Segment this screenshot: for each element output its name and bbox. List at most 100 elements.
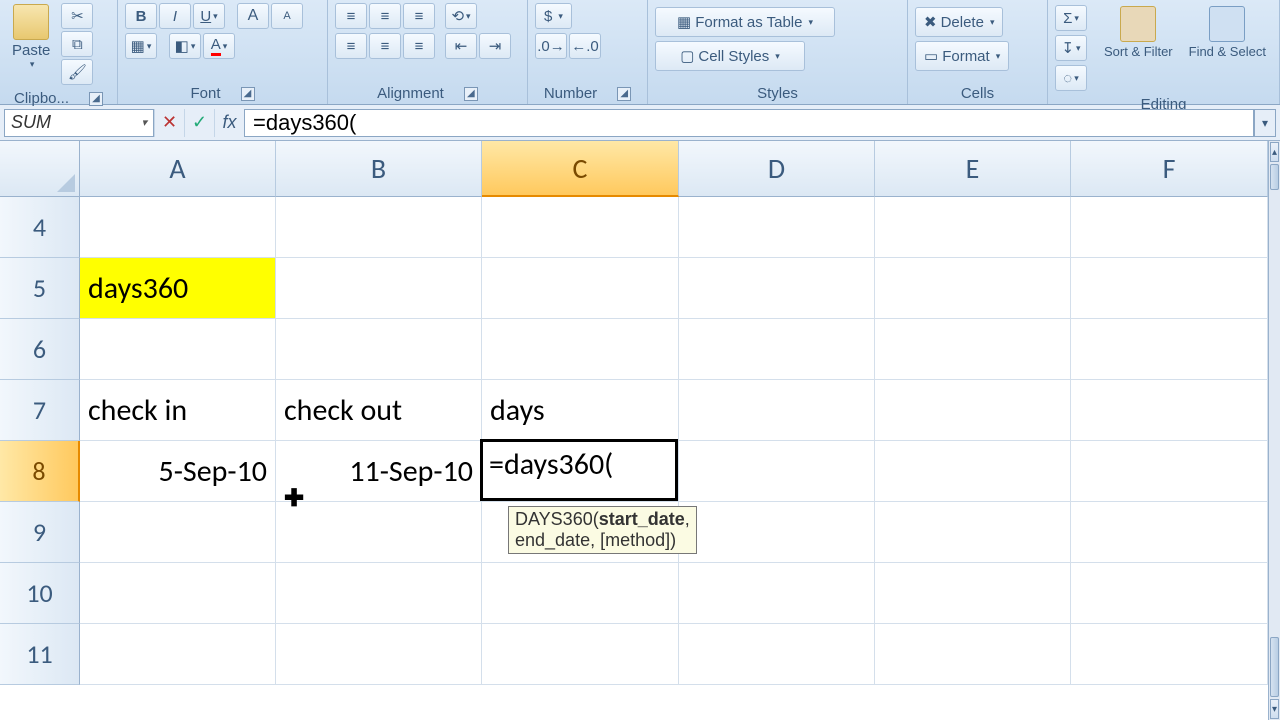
row-header-4[interactable]: 4 xyxy=(0,197,80,258)
cell-F6[interactable] xyxy=(1071,319,1268,380)
cell-E11[interactable] xyxy=(875,624,1071,685)
cell-D11[interactable] xyxy=(679,624,875,685)
column-header-B[interactable]: B xyxy=(276,141,482,197)
scroll-up-button[interactable]: ▴ xyxy=(1270,142,1279,162)
expand-formula-bar-button[interactable]: ▾ xyxy=(1254,109,1276,137)
copy-button[interactable]: ⧉ xyxy=(61,31,93,57)
cancel-formula-button[interactable]: ✕ xyxy=(154,109,184,137)
select-all-corner[interactable] xyxy=(0,141,80,197)
cell-B9[interactable] xyxy=(276,502,482,563)
cell-E4[interactable] xyxy=(875,197,1071,258)
row-header-6[interactable]: 6 xyxy=(0,319,80,380)
align-bottom-button[interactable]: ≡ xyxy=(403,3,435,29)
align-middle-button[interactable]: ≡ xyxy=(369,3,401,29)
increase-indent-button[interactable]: ⇥ xyxy=(479,33,511,59)
align-right-button[interactable]: ≡ xyxy=(403,33,435,59)
orientation-button[interactable]: ⟲▾ xyxy=(445,3,477,29)
scroll-thumb[interactable] xyxy=(1270,164,1279,190)
decrease-indent-button[interactable]: ⇤ xyxy=(445,33,477,59)
cell-A6[interactable] xyxy=(80,319,276,380)
clear-button[interactable]: ◌▾ xyxy=(1055,65,1087,91)
increase-decimal-button[interactable]: .0→ xyxy=(535,33,567,59)
row-header-10[interactable]: 10 xyxy=(0,563,80,624)
delete-button[interactable]: ✖ Delete▾ xyxy=(915,7,1003,37)
fill-color-button[interactable]: ◧▾ xyxy=(169,33,201,59)
scroll-thumb-lower[interactable] xyxy=(1270,637,1279,697)
format-button[interactable]: ▭ Format▾ xyxy=(915,41,1009,71)
column-header-C[interactable]: C xyxy=(482,141,679,197)
cell-D9[interactable] xyxy=(679,502,875,563)
row-header-11[interactable]: 11 xyxy=(0,624,80,685)
active-cell-editor[interactable]: =days360( xyxy=(483,442,675,487)
dialog-launcher-icon[interactable]: ◢ xyxy=(89,92,103,106)
font-color-button[interactable]: A▾ xyxy=(203,33,235,59)
cell-A9[interactable] xyxy=(80,502,276,563)
italic-button[interactable]: I xyxy=(159,3,191,29)
cell-E6[interactable] xyxy=(875,319,1071,380)
cell-D10[interactable] xyxy=(679,563,875,624)
cell-C11[interactable] xyxy=(482,624,679,685)
cell-B6[interactable] xyxy=(276,319,482,380)
cell-A4[interactable] xyxy=(80,197,276,258)
cell-B7[interactable]: check out xyxy=(276,380,482,441)
chevron-down-icon[interactable]: ▾ xyxy=(141,116,147,129)
cell-A10[interactable] xyxy=(80,563,276,624)
column-header-D[interactable]: D xyxy=(679,141,875,197)
cell-A11[interactable] xyxy=(80,624,276,685)
grow-font-button[interactable]: A xyxy=(237,3,269,29)
cell-E8[interactable] xyxy=(875,441,1071,502)
cell-F5[interactable] xyxy=(1071,258,1268,319)
cell-C6[interactable] xyxy=(482,319,679,380)
dialog-launcher-icon[interactable]: ◢ xyxy=(464,87,478,101)
decrease-decimal-button[interactable]: ←.0 xyxy=(569,33,601,59)
bold-button[interactable]: B xyxy=(125,3,157,29)
cell-B4[interactable] xyxy=(276,197,482,258)
cell-F10[interactable] xyxy=(1071,563,1268,624)
cell-B11[interactable] xyxy=(276,624,482,685)
cell-C5[interactable] xyxy=(482,258,679,319)
row-header-9[interactable]: 9 xyxy=(0,502,80,563)
row-header-5[interactable]: 5 xyxy=(0,258,80,319)
cell-F4[interactable] xyxy=(1071,197,1268,258)
cell-styles-button[interactable]: ▢ Cell Styles▾ xyxy=(655,41,805,71)
column-header-E[interactable]: E xyxy=(875,141,1071,197)
cell-A7[interactable]: check in xyxy=(80,380,276,441)
column-header-F[interactable]: F xyxy=(1071,141,1268,197)
cell-D5[interactable] xyxy=(679,258,875,319)
align-left-button[interactable]: ≡ xyxy=(335,33,367,59)
cell-E5[interactable] xyxy=(875,258,1071,319)
cell-E9[interactable] xyxy=(875,502,1071,563)
row-header-7[interactable]: 7 xyxy=(0,380,80,441)
cell-A5[interactable]: days360 xyxy=(80,258,276,319)
autosum-button[interactable]: Σ▾ xyxy=(1055,5,1087,31)
name-box[interactable]: SUM ▾ xyxy=(4,109,154,137)
shrink-font-button[interactable]: A xyxy=(271,3,303,29)
format-painter-button[interactable]: 🖌 xyxy=(61,59,93,85)
cut-button[interactable]: ✂ xyxy=(61,3,93,29)
insert-function-button[interactable]: fx xyxy=(214,109,244,137)
cell-C7[interactable]: days xyxy=(482,380,679,441)
sort-filter-button[interactable]: Sort & Filter xyxy=(1098,4,1179,61)
cell-F9[interactable] xyxy=(1071,502,1268,563)
cell-F11[interactable] xyxy=(1071,624,1268,685)
cell-C4[interactable] xyxy=(482,197,679,258)
cell-B8[interactable]: 11-Sep-10 xyxy=(276,441,482,502)
cell-F8[interactable] xyxy=(1071,441,1268,502)
cell-A8[interactable]: 5-Sep-10 xyxy=(80,441,276,502)
cell-D4[interactable] xyxy=(679,197,875,258)
cell-E7[interactable] xyxy=(875,380,1071,441)
border-button[interactable]: ▦▾ xyxy=(125,33,157,59)
cell-B5[interactable] xyxy=(276,258,482,319)
column-header-A[interactable]: A xyxy=(80,141,276,197)
format-as-table-button[interactable]: ▦ Format as Table▾ xyxy=(655,7,835,37)
cell-D8[interactable] xyxy=(679,441,875,502)
cell-E10[interactable] xyxy=(875,563,1071,624)
cell-C10[interactable] xyxy=(482,563,679,624)
cell-D7[interactable] xyxy=(679,380,875,441)
vertical-scrollbar[interactable]: ▴ ▾ xyxy=(1268,141,1280,720)
formula-input[interactable]: =days360( xyxy=(244,109,1254,137)
align-center-button[interactable]: ≡ xyxy=(369,33,401,59)
cell-D6[interactable] xyxy=(679,319,875,380)
align-top-button[interactable]: ≡ xyxy=(335,3,367,29)
currency-button[interactable]: $▾ xyxy=(535,3,572,29)
